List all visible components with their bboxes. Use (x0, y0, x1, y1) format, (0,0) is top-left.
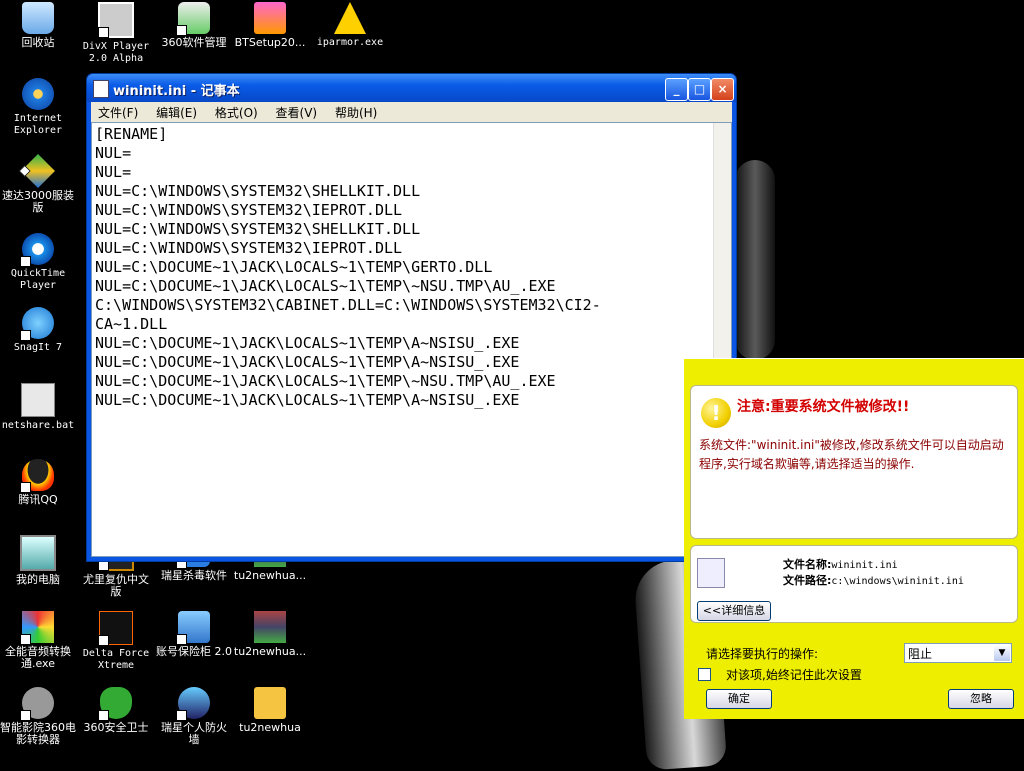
file-info-box: 文件名称:wininit.ini 文件路径:c:\windows\wininit… (690, 545, 1018, 623)
recycle-bin-icon (22, 2, 54, 34)
desktop-icon-divx[interactable]: DivX Player 2.0 Alpha (78, 2, 154, 65)
desktop-icon-btsetup[interactable]: BTSetup20... (232, 2, 308, 49)
desktop-icon-quicktime[interactable]: QuickTime Player (0, 233, 76, 292)
qq-penguin-icon (20, 459, 54, 493)
desktop-icon-smart-cinema[interactable]: 智能影院360电影转换器 (0, 687, 76, 746)
chevron-down-icon[interactable]: ▼ (994, 645, 1010, 661)
my-computer-icon (20, 535, 56, 571)
notepad-titlebar[interactable]: wininit.ini - 记事本 _ □ × (87, 74, 736, 102)
alert-message-box: ! 注意:重要系统文件被修改!! 系统文件:"wininit.ini"被修改,修… (690, 385, 1018, 539)
window-title: wininit.ini - 记事本 (113, 84, 240, 99)
maximize-button[interactable]: □ (688, 78, 711, 101)
file-path-label: 文件路径: (783, 574, 832, 587)
menu-format[interactable]: 格式(O) (208, 102, 265, 123)
menu-edit[interactable]: 编辑(E) (149, 102, 204, 123)
suda-icon (21, 154, 55, 188)
divx-icon (98, 2, 134, 38)
theater-masks-icon (20, 687, 54, 721)
menu-view[interactable]: 查看(V) (269, 102, 325, 123)
desktop-icon-360-safe[interactable]: 360安全卫士 (78, 687, 154, 734)
desktop-icon-internet-explorer[interactable]: Internet Explorer (0, 78, 76, 137)
rar-archive-icon (254, 611, 286, 643)
menu-file[interactable]: 文件(F) (91, 102, 145, 123)
installer-icon (254, 2, 286, 34)
desktop-icon-snagit[interactable]: SnagIt 7 (0, 307, 76, 354)
background-dancer-torso (735, 160, 775, 360)
desktop-icon-netshare-bat[interactable]: netshare.bat (0, 383, 76, 432)
minimize-button[interactable]: _ (665, 78, 688, 101)
audio-converter-icon (20, 611, 54, 645)
iparmor-icon (334, 2, 366, 34)
action-select[interactable]: 阻止 ▼ (904, 643, 1012, 663)
system-file-alert: ! 注意:重要系统文件被修改!! 系统文件:"wininit.ini"被修改,修… (684, 358, 1024, 719)
menu-help[interactable]: 帮助(H) (328, 102, 384, 123)
alert-title: 注意:重要系统文件被修改!! (737, 399, 910, 415)
desktop-icon-suda3000[interactable]: 速达3000服装版 (0, 154, 76, 214)
menu-bar: 文件(F) 编辑(E) 格式(O) 查看(V) 帮助(H) (91, 102, 732, 122)
text-editor[interactable]: [RENAME] NUL= NUL= NUL=C:\WINDOWS\SYSTEM… (91, 122, 732, 557)
file-name-value: wininit.ini (831, 560, 898, 571)
shield-icon (98, 687, 132, 721)
snagit-icon (20, 307, 54, 341)
file-content[interactable]: [RENAME] NUL= NUL= NUL=C:\WINDOWS\SYSTEM… (95, 125, 715, 410)
folder-icon (254, 687, 286, 719)
desktop-icon-rising-firewall[interactable]: 瑞星个人防火墙 (156, 687, 232, 746)
desktop-icon-audio-converter[interactable]: 全能音频转换通.exe (0, 611, 76, 670)
internet-explorer-icon (22, 78, 54, 110)
desktop-icon-tu2newhua-folder[interactable]: tu2newhua (232, 687, 308, 734)
ignore-button[interactable]: 忽略 (948, 689, 1014, 709)
desktop-icon-iparmor[interactable]: iparmor.exe (312, 2, 388, 49)
desktop-icon-360-software[interactable]: 360软件管理 (156, 2, 232, 49)
close-button[interactable]: × (711, 78, 734, 101)
batch-file-icon (21, 383, 55, 417)
desktop-icon-recycle-bin[interactable]: 回收站 (0, 2, 76, 49)
desktop-icon-account-vault[interactable]: 账号保险柜 2.0 (156, 611, 232, 658)
notepad-window: wininit.ini - 记事本 _ □ × 文件(F) 编辑(E) 格式(O… (86, 73, 737, 562)
file-edit-icon (697, 558, 725, 588)
desktop-icon-delta-force[interactable]: Delta Force Xtreme (78, 611, 154, 672)
quicktime-icon (20, 233, 54, 267)
desktop-icon-tu2newhua-2[interactable]: tu2newhua... (232, 611, 308, 658)
desktop-icon-my-computer[interactable]: 我的电脑 (0, 535, 76, 586)
file-path-row: 文件路径:c:\windows\wininit.ini (783, 572, 964, 588)
delta-force-icon (98, 611, 133, 646)
action-label: 请选择要执行的操作: (706, 647, 819, 661)
alert-body: 系统文件:"wininit.ini"被修改,修改系统文件可以自动启动程序,实行域… (699, 438, 1004, 471)
firewall-icon (176, 687, 210, 721)
file-name-row: 文件名称:wininit.ini (783, 556, 898, 572)
ok-button[interactable]: 确定 (706, 689, 772, 709)
file-name-label: 文件名称: (783, 558, 832, 571)
details-button[interactable]: <<详细信息 (697, 601, 771, 621)
file-path-value: c:\windows\wininit.ini (831, 576, 964, 587)
action-select-value: 阻止 (908, 647, 933, 661)
remember-checkbox[interactable] (698, 668, 711, 681)
vault-icon (176, 611, 210, 645)
desktop-icon-qq[interactable]: 腾讯QQ (0, 459, 76, 506)
360-software-icon (176, 2, 210, 36)
warning-icon: ! (701, 398, 731, 428)
notepad-icon (93, 80, 109, 98)
remember-label: 对该项,始终记住此次设置 (726, 668, 862, 682)
